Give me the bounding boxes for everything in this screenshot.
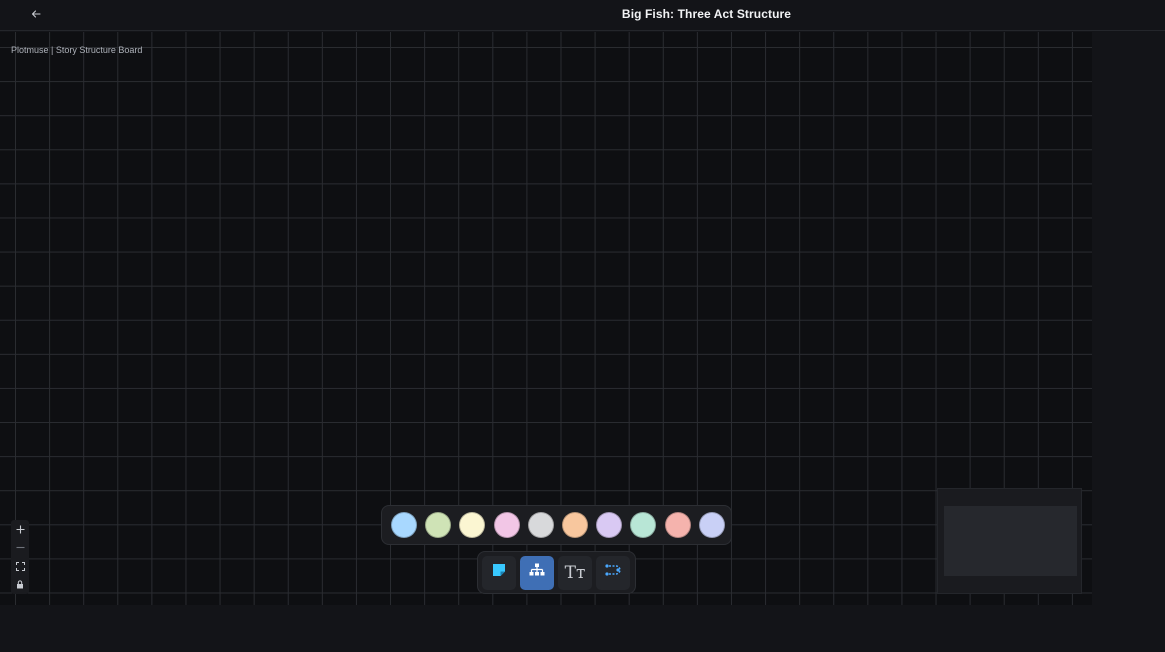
app-window: Big Fish: Three Act Structure Plotmuse |… [0,0,1165,652]
attribution-label: Plotmuse | Story Structure Board [11,45,143,55]
color-swatch-orange[interactable] [561,512,588,538]
board-title: Big Fish: Three Act Structure [621,7,792,21]
color-palette [381,505,732,545]
color-swatch-mint[interactable] [630,512,657,538]
color-swatch-lavender[interactable] [596,512,623,538]
zoom-out-button[interactable] [11,539,29,558]
zoom-controls [11,520,29,594]
fit-view-button[interactable] [11,557,29,576]
structure-tool[interactable] [520,555,554,590]
minimap[interactable] [937,488,1082,594]
color-swatch-gray[interactable] [527,512,554,538]
minus-icon [16,543,25,552]
sticky-note-tool[interactable] [482,555,516,590]
header-bar: Big Fish: Three Act Structure [0,0,1165,31]
text-tool[interactable]: Tт [558,555,592,590]
plus-icon [16,525,25,534]
color-swatch-blue[interactable] [391,512,417,538]
color-swatch-yellow[interactable] [459,512,486,538]
right-panel-area [1092,32,1165,605]
hierarchy-icon [529,563,545,582]
tool-bar: Tт [477,551,636,594]
color-swatch-periwinkle[interactable] [698,512,725,538]
text-icon: Tт [564,562,586,583]
color-swatch-salmon[interactable] [664,512,691,538]
color-swatch-pink[interactable] [493,512,520,538]
connector-tool[interactable] [596,555,630,590]
bottom-area [0,605,1165,652]
connector-icon [605,563,621,582]
sticky-note-icon [492,563,506,582]
minimap-viewport[interactable] [944,506,1077,576]
lock-button[interactable] [11,576,29,595]
lock-icon [16,580,24,589]
fit-view-icon [15,561,25,571]
color-swatch-green[interactable] [425,512,452,538]
zoom-in-button[interactable] [11,520,29,539]
